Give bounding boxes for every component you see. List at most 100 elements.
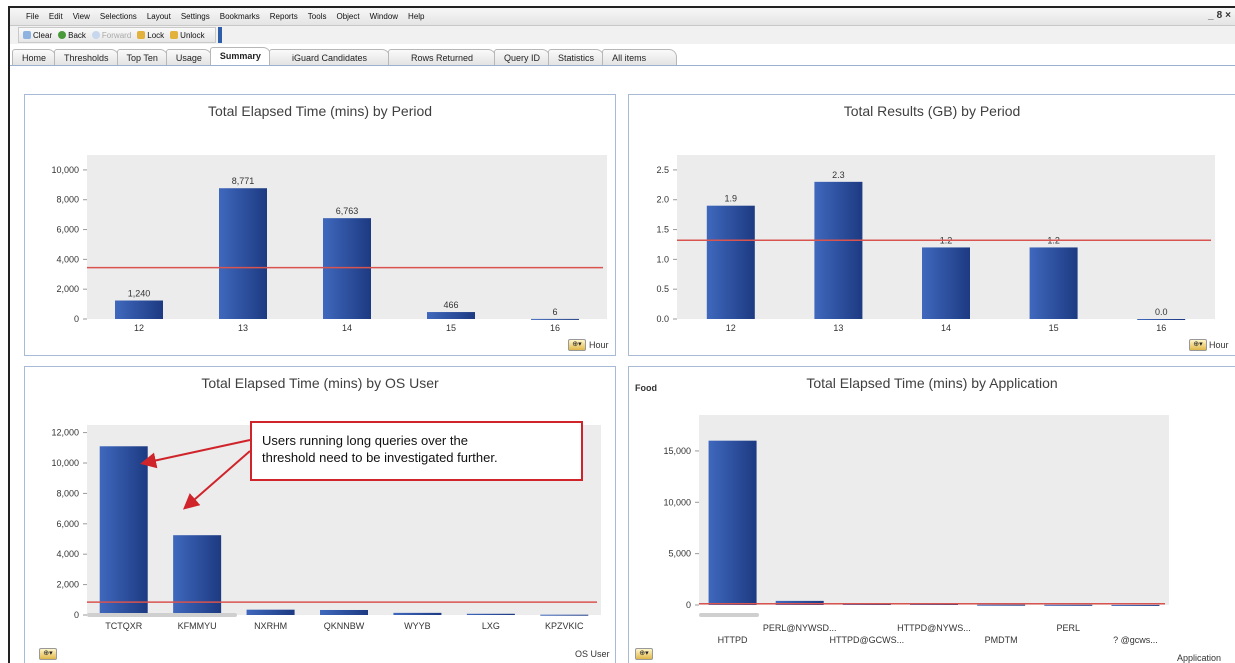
data-label: 6,763 (336, 206, 359, 216)
lock-icon (137, 31, 146, 39)
tab-usage[interactable]: Usage (165, 49, 212, 65)
data-label: 1,240 (128, 289, 151, 299)
menu-bookmarks[interactable]: Bookmarks (220, 12, 260, 21)
tab-home[interactable]: Home (12, 49, 57, 65)
elapsed-by-os-user-chart[interactable]: 0 2,000 4,000 6,000 8,000 10,000 12,000 TCTQXR K… (25, 367, 617, 663)
tab-summary[interactable]: Summary (209, 47, 271, 65)
minimize-button[interactable]: _ (1208, 10, 1214, 21)
x-tick-label: 13 (238, 323, 248, 333)
y-tick-label: 6,000 (56, 225, 79, 235)
x-tick-label: TCTQXR (105, 621, 142, 631)
x-tick-label: QKNNBW (324, 621, 365, 631)
forward-label: Forward (101, 30, 132, 40)
y-tick-label: 15,000 (663, 446, 691, 456)
menu-layout[interactable]: Layout (147, 12, 171, 21)
y-tick-label: 2,000 (56, 580, 79, 590)
menu-edit[interactable]: Edit (49, 12, 63, 21)
lock-button[interactable]: Lock (137, 31, 164, 40)
menu-object[interactable]: Object (336, 12, 359, 21)
unlock-button[interactable]: Unlock (170, 30, 205, 40)
y-tick-label: 5,000 (668, 549, 691, 559)
y-tick-label: 8,000 (56, 488, 79, 498)
menu-reports[interactable]: Reports (270, 12, 298, 21)
y-tick-label: 12,000 (51, 428, 79, 438)
tab-top-ten[interactable]: Top Ten (116, 49, 168, 65)
close-button[interactable]: × (1225, 10, 1231, 21)
menu-file[interactable]: File (26, 12, 39, 21)
x-tick-label: 16 (550, 323, 560, 333)
y-tick-label: 0 (686, 600, 691, 610)
drilldown-button[interactable]: ⊕▾ (635, 648, 653, 660)
x-tick-label: PERL (1057, 623, 1081, 633)
sheet-tabs: Home Thresholds Top Ten Usage Summary iG… (10, 47, 1235, 66)
chart-panel-results-by-period: Total Results (GB) by Period 0.0 0.5 1.0 1.… (628, 94, 1235, 356)
bar (219, 188, 267, 319)
x-tick-label: HTTPD (718, 635, 748, 645)
x-scrollbar[interactable] (699, 613, 759, 617)
plot-area (699, 415, 1169, 605)
y-tick-label: 2,000 (56, 284, 79, 294)
forward-button[interactable]: Forward (91, 30, 132, 40)
back-button[interactable]: Back (58, 31, 86, 40)
restore-button[interactable]: 8 (1217, 10, 1223, 21)
menu-view[interactable]: View (73, 12, 90, 21)
bar (466, 613, 515, 615)
bar (173, 535, 222, 615)
clear-button[interactable]: Clear (23, 31, 52, 40)
back-label: Back (68, 30, 86, 40)
toolbar-grip (217, 27, 222, 43)
y-tick-label: 0 (74, 314, 79, 324)
callout-line-2: threshold need to be investigated furthe… (262, 450, 498, 465)
back-arrow-icon (58, 31, 67, 39)
bar (427, 312, 475, 319)
data-label: 466 (443, 300, 458, 310)
x-tick-label: 12 (134, 323, 144, 333)
tab-rows-returned[interactable]: Rows Returned (388, 49, 497, 65)
menu-tools[interactable]: Tools (308, 12, 327, 21)
callout-line-1: Users running long queries over the (262, 433, 468, 448)
x-scrollbar[interactable] (87, 613, 237, 617)
toolbar: Clear Back Forward Lock Unlock (10, 26, 1235, 44)
bar (393, 612, 442, 615)
x-tick-label: WYYB (404, 621, 431, 631)
bar (531, 318, 579, 320)
bar (1044, 604, 1093, 606)
data-label: 8,771 (232, 176, 255, 186)
bar (977, 604, 1026, 606)
y-tick-label: 0.5 (656, 284, 669, 294)
menu-help[interactable]: Help (408, 12, 424, 21)
x-axis-unit: Hour (589, 340, 609, 350)
tab-iguard-candidates[interactable]: iGuard Candidates (268, 49, 390, 65)
menu-selections[interactable]: Selections (100, 12, 137, 21)
elapsed-by-application-chart[interactable]: 0 5,000 10,000 15,000 HTTPD PERL@NYWSD... HTTP… (629, 367, 1235, 663)
tab-all-items[interactable]: All items (602, 49, 678, 65)
bar (320, 609, 368, 615)
drilldown-button[interactable]: ⊕▾ (568, 339, 586, 351)
y-tick-label: 10,000 (51, 165, 79, 175)
bar (814, 181, 863, 319)
unlock-label: Unlock (180, 30, 205, 40)
menu-window[interactable]: Window (370, 12, 398, 21)
menu-settings[interactable]: Settings (181, 12, 210, 21)
data-label: 1.9 (725, 194, 738, 204)
elapsed-by-period-chart[interactable]: 0 2,000 4,000 6,000 8,000 10,000 12 1,240 13 8,77… (25, 95, 617, 357)
tab-thresholds[interactable]: Thresholds (54, 49, 119, 65)
forward-arrow-icon (91, 31, 100, 39)
drilldown-button[interactable]: ⊕▾ (1189, 339, 1207, 351)
x-tick-label: KFMMYU (178, 621, 217, 631)
y-tick-label: 1.0 (656, 254, 669, 264)
unlock-icon (170, 31, 179, 39)
x-tick-label: 16 (1156, 323, 1166, 333)
x-axis-unit: Application (1177, 653, 1222, 663)
drilldown-button[interactable]: ⊕▾ (39, 648, 57, 660)
tab-query-id[interactable]: Query ID (494, 49, 551, 65)
bar (1137, 319, 1186, 320)
data-label: 6 (552, 307, 557, 317)
x-tick-label: LXG (482, 621, 500, 631)
tab-statistics[interactable]: Statistics (548, 49, 605, 65)
clear-icon (23, 31, 31, 39)
results-by-period-chart[interactable]: 0.00.51.01.52.02.5121.9132.3141.2151.216… (629, 95, 1235, 357)
x-tick-label: 12 (726, 323, 736, 333)
menu-bar: File Edit View Selections Layout Setting… (10, 8, 1235, 26)
toolbar-group: Clear Back Forward Lock Unlock (18, 27, 216, 43)
